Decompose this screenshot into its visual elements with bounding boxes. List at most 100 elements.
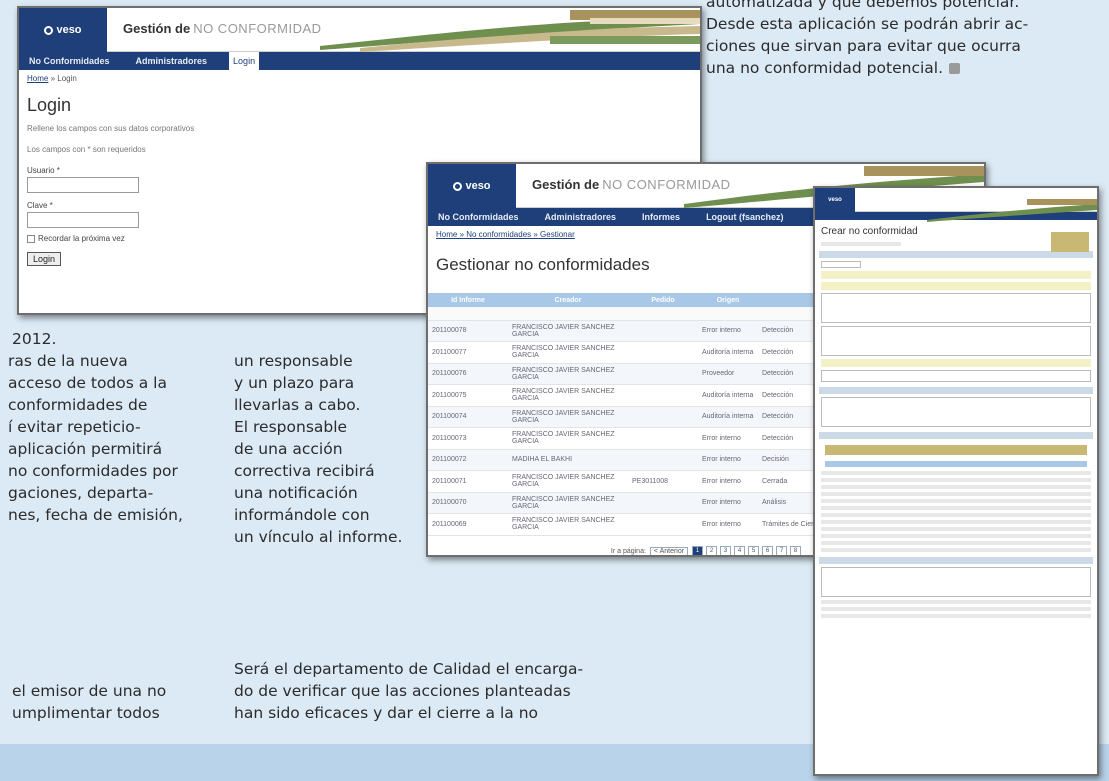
- table-cell: [628, 406, 698, 428]
- remember-checkbox[interactable]: [27, 234, 35, 243]
- page-button[interactable]: 3: [720, 545, 732, 555]
- article-line: gaciones, departa-: [8, 484, 154, 502]
- create-screenshot: veso Crear no conformidad: [813, 186, 1099, 776]
- nav-item-administradores[interactable]: Administradores: [541, 208, 621, 226]
- table-cell: [628, 363, 698, 385]
- article-line: conformidades de: [8, 396, 148, 414]
- table-cell: FRANCISCO JAVIER SANCHEZ GARCIA: [508, 492, 628, 514]
- article-line: no conformidades por: [8, 462, 178, 480]
- table-cell: Proveedor: [698, 363, 758, 385]
- page-button[interactable]: 6: [762, 545, 774, 555]
- table-cell: 201100074: [428, 406, 508, 428]
- page-button[interactable]: 1: [692, 545, 704, 555]
- article-mid-bottom: Será el departamento de Calidad el encar…: [234, 658, 583, 724]
- login-button[interactable]: Login: [27, 252, 62, 266]
- page-button[interactable]: 8: [790, 545, 802, 555]
- action-panel: [1051, 232, 1089, 252]
- password-input[interactable]: [27, 212, 139, 228]
- article-left-column: 2012. ras de la nueva acceso de todos a …: [0, 328, 183, 526]
- table-cell: Error interno: [698, 492, 758, 514]
- table-cell: 201100069: [428, 513, 508, 536]
- table-cell: 201100078: [428, 320, 508, 342]
- folders-stack-icon: [927, 199, 1097, 222]
- logo: veso: [428, 164, 516, 208]
- article-line: llevarlas a cabo.: [234, 396, 361, 414]
- table-cell: Auditoría interna: [698, 384, 758, 407]
- table-cell: 201100070: [428, 492, 508, 514]
- article-line: acceso de todos a la: [8, 374, 167, 392]
- col-header[interactable]: Id Informe: [428, 293, 508, 307]
- login-intro: Rellene los campos con sus datos corpora…: [27, 124, 195, 133]
- pager-label: Ir a página:: [610, 547, 646, 555]
- article-line: umplimentar todos: [12, 704, 160, 722]
- pager-pages: 12345678: [692, 545, 802, 555]
- col-header[interactable]: Creador: [508, 293, 628, 307]
- table-cell: [628, 384, 698, 407]
- table-cell: Error interno: [698, 320, 758, 342]
- article-line: nes, fecha de emisión,: [8, 506, 183, 524]
- breadcrumb: Home » Login: [27, 74, 77, 83]
- page-button[interactable]: 5: [748, 545, 760, 555]
- nav-item-login[interactable]: Login: [229, 52, 260, 70]
- nav-item-logout[interactable]: Logout (fsanchez): [702, 208, 788, 226]
- breadcrumb-link[interactable]: Home » No conformidades » Gestionar: [436, 230, 575, 239]
- logo: veso: [19, 8, 107, 52]
- table-cell: 201100073: [428, 427, 508, 450]
- article-line: una no conformidad potencial.: [706, 59, 944, 77]
- app-title: Gestión de NO CONFORMIDAD: [123, 21, 322, 36]
- article-line: í evitar repeticio-: [8, 418, 141, 436]
- table-cell: Error interno: [698, 427, 758, 450]
- table-cell: FRANCISCO JAVIER SANCHEZ GARCIA: [508, 384, 628, 407]
- end-square-icon: [949, 63, 961, 74]
- col-header[interactable]: Origen: [698, 293, 758, 307]
- table-cell: Error interno: [698, 470, 758, 493]
- table-cell: FRANCISCO JAVIER SANCHEZ GARCIA: [508, 513, 628, 536]
- article-line: ciones que sirvan para evitar que ocurra: [706, 37, 1021, 55]
- app-header: veso: [815, 188, 1097, 222]
- page-button[interactable]: 2: [706, 545, 718, 555]
- table-cell: Error interno: [698, 513, 758, 536]
- nav-item-no-conformidades[interactable]: No Conformidades: [434, 208, 523, 226]
- section-analysis: [819, 387, 1093, 394]
- logo-ring-icon: [44, 25, 54, 35]
- page-button[interactable]: 7: [776, 545, 788, 555]
- article-line: de una acción: [234, 440, 343, 458]
- article-top-right: automatizada y que debemos potenciar. De…: [706, 0, 1028, 79]
- table-cell: PE3011008: [628, 470, 698, 493]
- article-line: aplicación permitirá: [8, 440, 163, 458]
- pager-prev[interactable]: < Anterior: [649, 546, 689, 555]
- required-note: Los campos con * son requeridos: [27, 145, 146, 154]
- nav-item-no-conformidades[interactable]: No Conformidades: [25, 52, 114, 70]
- user-input[interactable]: [27, 177, 139, 193]
- section-close: [819, 557, 1093, 564]
- article-line: ras de la nueva: [8, 352, 128, 370]
- article-line: y un plazo para: [234, 374, 355, 392]
- article-left-bottom: el emisor de una no umplimentar todos: [12, 680, 166, 724]
- table-cell: MADIHA EL BAKHI: [508, 449, 628, 471]
- table-cell: [628, 427, 698, 450]
- table-cell: [628, 492, 698, 514]
- table-cell: 201100071: [428, 470, 508, 493]
- table-cell: FRANCISCO JAVIER SANCHEZ GARCIA: [508, 363, 628, 385]
- table-cell: 201100075: [428, 384, 508, 407]
- page-button[interactable]: 4: [734, 545, 746, 555]
- nav-item-informes[interactable]: Informes: [638, 208, 684, 226]
- col-header[interactable]: Pedido: [628, 293, 698, 307]
- article-line: han sido eficaces y dar el cierre a la n…: [234, 704, 539, 722]
- table-cell: [628, 341, 698, 364]
- table-cell: FRANCISCO JAVIER SANCHEZ GARCIA: [508, 320, 628, 342]
- table-cell: [628, 320, 698, 342]
- nav-item-administradores[interactable]: Administradores: [132, 52, 212, 70]
- breadcrumb-home-link[interactable]: Home: [27, 74, 48, 83]
- article-line: informándole con: [234, 506, 370, 524]
- section-detection: [819, 251, 1093, 258]
- article-line: 2012.: [12, 330, 57, 348]
- table-cell: FRANCISCO JAVIER SANCHEZ GARCIA: [508, 406, 628, 428]
- table-cell: FRANCISCO JAVIER SANCHEZ GARCIA: [508, 470, 628, 493]
- article-line: automatizada y que debemos potenciar.: [706, 0, 1020, 11]
- table-cell: 201100077: [428, 341, 508, 364]
- table-cell: 201100072: [428, 449, 508, 471]
- article-line: Desde esta aplicación se podrán abrir ac…: [706, 15, 1029, 33]
- table-cell: Error interno: [698, 449, 758, 471]
- article-line: un responsable: [234, 352, 353, 370]
